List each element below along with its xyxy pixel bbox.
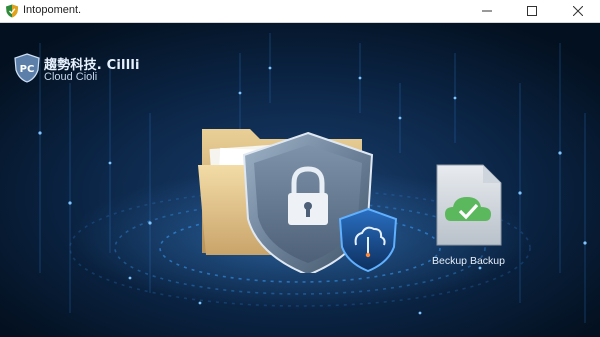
app-window: Intopoment. PC 趨勢科技. Cillli Cloud Cioli … [0, 0, 600, 337]
brand-subtitle: Cloud Cioli [44, 71, 98, 83]
close-button[interactable] [562, 0, 594, 22]
backup-document-icon [436, 164, 502, 246]
minimize-button[interactable] [471, 0, 503, 22]
app-shield-icon [6, 4, 18, 18]
title-bar[interactable]: Intopoment. [0, 0, 600, 23]
maximize-button[interactable] [516, 0, 548, 22]
splash-content: PC 趨勢科技. Cillli Cloud Cioli Beckup Backu… [0, 23, 600, 337]
backup-item[interactable]: Beckup Backup [432, 163, 512, 273]
backup-label: Beckup Backup [432, 255, 505, 267]
window-title: Intopoment. [23, 4, 82, 16]
brand-logo: PC 趨勢科技. Cillli Cloud Cioli [14, 53, 164, 87]
close-icon [573, 6, 583, 16]
badge-text: PC [20, 64, 35, 75]
security-hero-illustration [198, 129, 398, 273]
minimize-icon [482, 10, 492, 12]
pc-badge-icon: PC [14, 53, 40, 83]
cloud-sync-shield-icon [338, 207, 398, 273]
maximize-icon [527, 6, 537, 16]
